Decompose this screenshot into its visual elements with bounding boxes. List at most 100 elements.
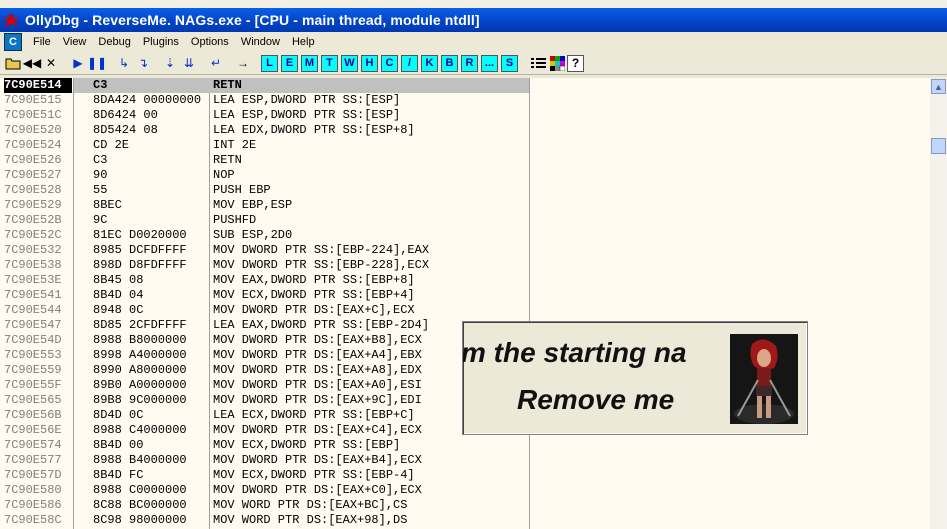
menu-window[interactable]: Window [236,36,287,48]
breakpoints-button[interactable]: B [441,54,458,72]
hex-dump-cell: 8985 DCFDFFFF [93,243,187,257]
color-grid-icon[interactable] [548,54,566,72]
table-row[interactable]: 7C90E53E 8B45 08 MOV EAX,DWORD PTR SS:[EBP… [0,273,930,288]
address-cell: 7C90E586 [4,498,62,512]
disassembly-cell: MOV DWORD PTR SS:[EBP-224],EAX [213,243,430,257]
address-cell: 7C90E53E [4,273,62,287]
menu-help[interactable]: Help [287,36,322,48]
hex-dump-cell: 898D D8FDFFFF [93,258,187,272]
hex-dump-cell: CD 2E [93,138,130,152]
table-row[interactable]: 7C90E580 8988 C0000000 MOV DWORD PTR DS:[E… [0,483,930,498]
list-icon[interactable] [529,54,547,72]
title-bar[interactable]: OllyDbg - ReverseMe. NAGs.exe - [CPU - m… [0,8,947,32]
disassembly-cell: INT 2E [213,138,257,152]
disassembly-pane[interactable]: 7C90E514 C3 RETN 7C90E515 8DA424 00000000 LEA… [0,78,930,529]
help-icon[interactable]: ? [567,54,584,72]
table-row[interactable]: 7C90E577 8988 B4000000 MOV DWORD PTR DS:[E… [0,453,930,468]
address-cell: 7C90E559 [4,363,62,377]
table-row[interactable]: 7C90E526 C3 RETN [0,153,930,168]
address-cell: 7C90E547 [4,318,62,332]
close-icon[interactable]: ✕ [42,54,60,72]
table-row[interactable]: 7C90E527 90 NOP [0,168,930,183]
call-stack-button[interactable]: K [421,54,438,72]
hex-dump-cell: 8988 B4000000 [93,453,187,467]
table-row[interactable]: 7C90E541 8B4D 04 MOV ECX,DWORD PTR SS:[EBP… [0,288,930,303]
address-cell: 7C90E532 [4,243,62,257]
threads-button[interactable]: T [321,54,338,72]
scroll-thumb[interactable] [931,138,946,154]
table-row[interactable]: 7C90E57D 8B4D FC MOV ECX,DWORD PTR SS:[EBP… [0,468,930,483]
run-trace-button[interactable]: ... [481,54,498,72]
vertical-scrollbar[interactable]: ▲ [930,78,947,529]
handles-button[interactable]: H [361,54,378,72]
disassembly-cell: MOV WORD PTR DS:[EAX+BC],CS [213,498,408,512]
goto-icon[interactable]: → [234,54,252,72]
table-row[interactable]: 7C90E51C 8D6424 00 LEA ESP,DWORD PTR SS:[E… [0,108,930,123]
cpu-window-icon[interactable]: C [4,33,22,51]
address-cell: 7C90E553 [4,348,62,362]
table-row[interactable]: 7C90E52B 9C PUSHFD [0,213,930,228]
hex-dump-cell: 89B0 A0000000 [93,378,187,392]
trace-over-icon[interactable]: ⇊ [180,54,198,72]
windows-button[interactable]: W [341,54,358,72]
disassembly-cell: MOV DWORD PTR DS:[EAX+C0],ECX [213,483,422,497]
hex-dump-cell: C3 [93,153,108,167]
table-row[interactable]: 7C90E538 898D D8FDFFFF MOV DWORD PTR SS:[E… [0,258,930,273]
address-cell: 7C90E538 [4,258,62,272]
menu-debug[interactable]: Debug [93,36,137,48]
hex-dump-cell: 8988 C4000000 [93,423,187,437]
hex-dump-cell: 8988 B8000000 [93,333,187,347]
pause-icon[interactable]: ❚❚ [87,54,107,72]
disassembly-cell: NOP [213,168,235,182]
table-row[interactable]: 7C90E514 C3 RETN [0,78,930,93]
menu-options[interactable]: Options [186,36,236,48]
address-cell: 7C90E56E [4,423,62,437]
disassembly-cell: LEA ESP,DWORD PTR SS:[ESP] [213,93,401,107]
table-row[interactable]: 7C90E52C 81EC D0020000 SUB ESP,2D0 [0,228,930,243]
top-strip [0,0,947,8]
address-cell: 7C90E51C [4,108,62,122]
table-row[interactable]: 7C90E544 8948 0C MOV DWORD PTR DS:[EAX+C],… [0,303,930,318]
disassembly-cell: PUSHFD [213,213,257,227]
address-cell: 7C90E577 [4,453,62,467]
trace-into-icon[interactable]: ⇣ [161,54,179,72]
hex-dump-cell: 8D85 2CFDFFFF [93,318,187,332]
toolbar: ◀◀ ✕ ▶ ❚❚ ↳ ↴ ⇣ ⇊ ↵ → L E M T W H C / K … [0,52,947,75]
disassembly-cell: MOV DWORD PTR DS:[EAX+C],ECX [213,303,415,317]
table-row[interactable]: 7C90E532 8985 DCFDFFFF MOV DWORD PTR SS:[E… [0,243,930,258]
source-button[interactable]: S [501,54,518,72]
table-row[interactable]: 7C90E524 CD 2E INT 2E [0,138,930,153]
log-window-button[interactable]: L [261,54,278,72]
menu-plugins[interactable]: Plugins [138,36,186,48]
address-cell: 7C90E544 [4,303,62,317]
table-row[interactable]: 7C90E528 55 PUSH EBP [0,183,930,198]
references-button[interactable]: R [461,54,478,72]
address-cell: 7C90E57D [4,468,62,482]
patches-button[interactable]: / [401,54,418,72]
table-row[interactable]: 7C90E586 8C88 BC000000 MOV WORD PTR DS:[EA… [0,498,930,513]
step-into-icon[interactable]: ↳ [115,54,133,72]
table-row[interactable]: 7C90E520 8D5424 08 LEA EDX,DWORD PTR SS:[E… [0,123,930,138]
nag-character-image [730,334,798,424]
table-row[interactable]: 7C90E529 8BEC MOV EBP,ESP [0,198,930,213]
hex-dump-cell: 8DA424 00000000 [93,93,202,107]
nag-window[interactable]: m the starting na Remove me [462,321,808,435]
restart-icon[interactable]: ◀◀ [23,54,41,72]
table-row[interactable]: 7C90E58C 8C98 98000000 MOV WORD PTR DS:[EA… [0,513,930,528]
executable-modules-button[interactable]: E [281,54,298,72]
hex-dump-cell: C3 [93,78,108,92]
open-icon[interactable] [4,54,22,72]
menu-view[interactable]: View [58,36,94,48]
cpu-button[interactable]: C [381,54,398,72]
address-cell: 7C90E58C [4,513,62,527]
step-over-icon[interactable]: ↴ [134,54,152,72]
menu-file[interactable]: File [28,36,58,48]
table-row[interactable]: 7C90E574 8B4D 00 MOV ECX,DWORD PTR SS:[EBP… [0,438,930,453]
memory-map-button[interactable]: M [301,54,318,72]
execute-till-return-icon[interactable]: ↵ [207,54,225,72]
hex-dump-cell: 8B4D FC [93,468,144,482]
scroll-up-button[interactable]: ▲ [931,79,946,94]
disassembly-cell: RETN [213,153,242,167]
table-row[interactable]: 7C90E515 8DA424 00000000 LEA ESP,DWORD PTR… [0,93,930,108]
run-icon[interactable]: ▶ [69,54,87,72]
